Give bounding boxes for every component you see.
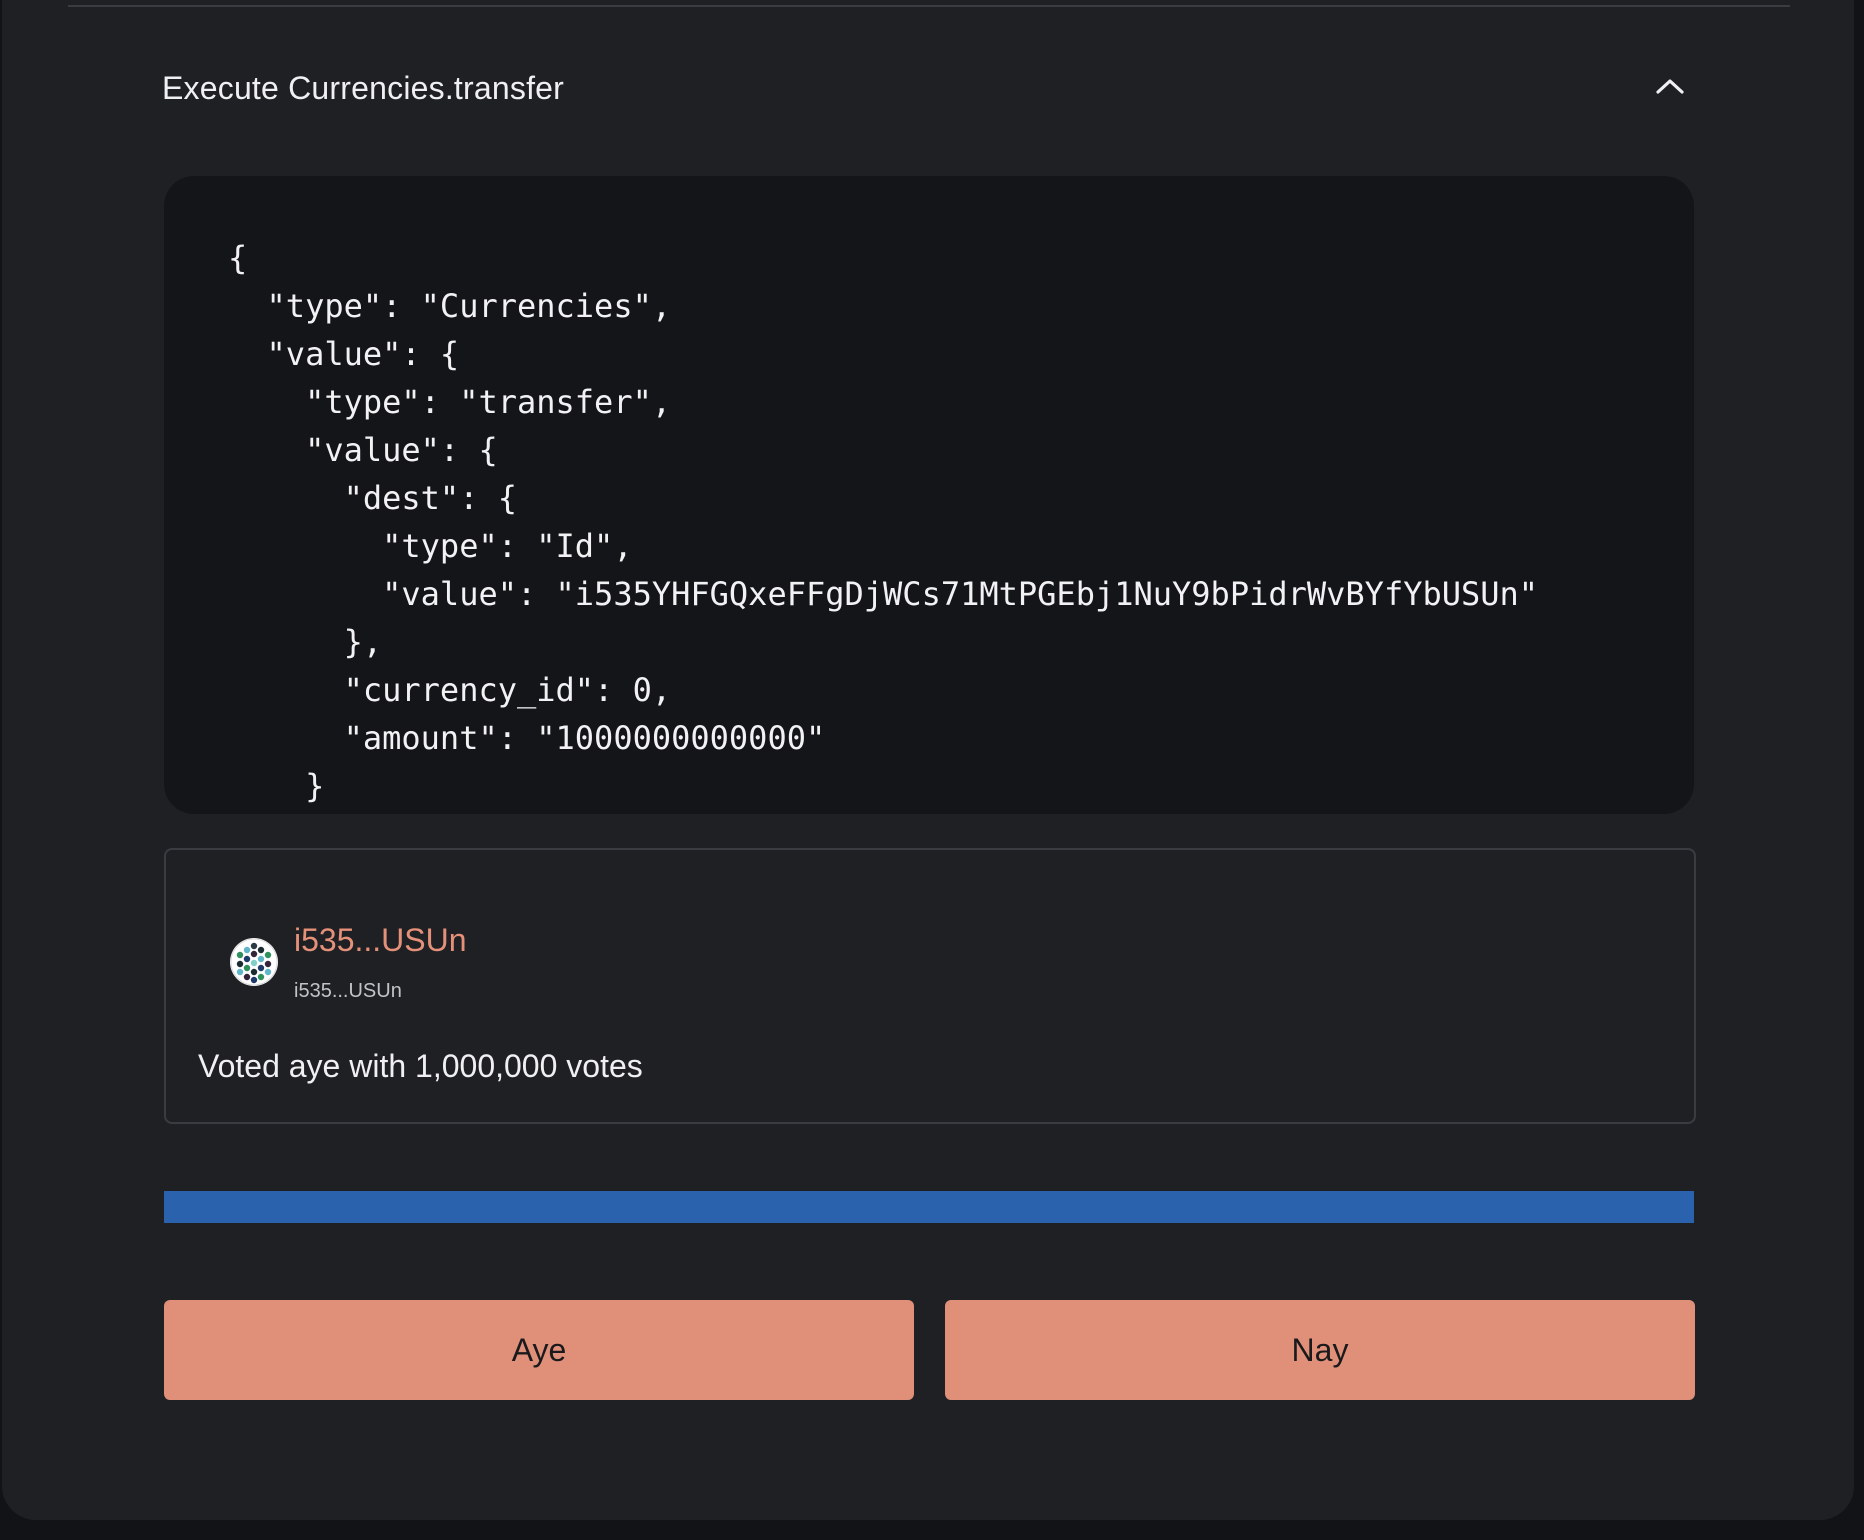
chevron-up-icon	[1655, 77, 1685, 100]
identicon-avatar	[230, 938, 278, 986]
collapse-button[interactable]	[1648, 68, 1692, 108]
proposal-header[interactable]: Execute Currencies.transfer	[162, 60, 1692, 120]
tally-progress-bar	[164, 1191, 1694, 1223]
divider	[68, 5, 1790, 7]
proposal-card: Execute Currencies.transfer { "type": "C…	[2, 0, 1854, 1520]
call-json-block: { "type": "Currencies", "value": { "type…	[164, 176, 1694, 814]
aye-button[interactable]: Aye	[164, 1300, 914, 1400]
proposal-title: Execute Currencies.transfer	[162, 70, 565, 106]
voter-address: i535...USUn	[294, 980, 402, 1002]
vote-summary: Voted aye with 1,000,000 votes	[198, 1048, 643, 1084]
call-json-text: { "type": "Currencies", "value": { "type…	[228, 239, 1539, 805]
nay-button[interactable]: Nay	[945, 1300, 1695, 1400]
vote-entry: i535...USUn i535...USUn Voted aye with 1…	[164, 848, 1696, 1124]
aye-progress-fill	[164, 1191, 1694, 1223]
voter-name-link[interactable]: i535...USUn	[294, 922, 467, 959]
